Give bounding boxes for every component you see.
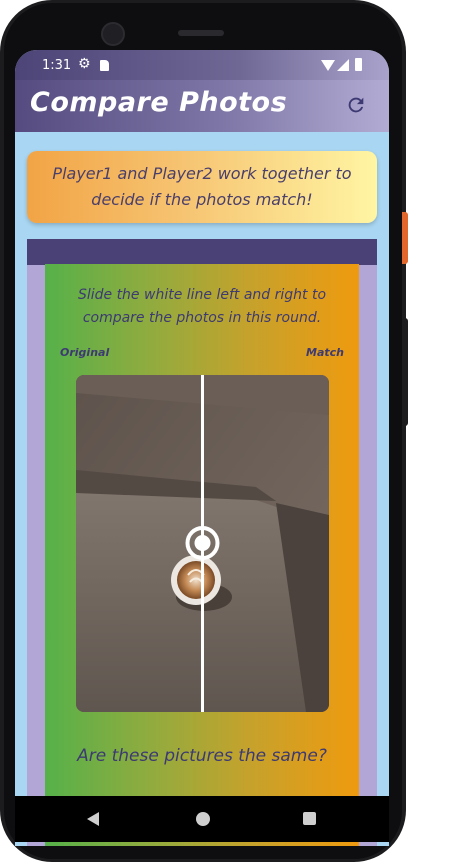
recents-icon[interactable] [303, 812, 316, 825]
status-time: 1:31 [42, 58, 72, 73]
instruction-banner: Player1 and Player2 work together to dec… [27, 151, 377, 223]
page-title: Compare Photos [30, 87, 288, 118]
label-original: Original [60, 346, 110, 359]
earpiece-speaker [178, 30, 224, 36]
power-button[interactable] [402, 212, 408, 264]
battery-icon [355, 58, 362, 71]
wifi-icon [321, 60, 335, 71]
app-bar: Compare Photos [15, 80, 389, 132]
status-bar: 1:31 ⚙ [15, 50, 389, 80]
screen: 1:31 ⚙ Compare Photos Player1 and Player… [15, 50, 389, 846]
home-icon[interactable] [196, 812, 210, 826]
frame-right [359, 240, 377, 846]
frame-left [27, 240, 45, 846]
back-icon[interactable] [87, 812, 99, 826]
photo-image [76, 375, 329, 712]
gear-icon: ⚙ [78, 56, 91, 72]
banner-text: Player1 and Player2 work together to dec… [52, 164, 352, 209]
frame-top [27, 239, 377, 265]
compare-panel: Slide the white line left and right to c… [45, 264, 359, 846]
refresh-icon[interactable] [345, 94, 367, 116]
front-camera-icon [101, 22, 125, 46]
frame-bevel-left [27, 240, 45, 264]
volume-button[interactable] [402, 318, 408, 426]
comparison-photo[interactable] [76, 375, 329, 712]
frame-bevel-right [359, 240, 377, 264]
compare-instructions: Slide the white line left and right to c… [77, 287, 327, 326]
signal-icon [337, 59, 349, 71]
match-question: Are these pictures the same? [77, 746, 327, 766]
label-match: Match [306, 346, 344, 359]
navigation-bar [15, 796, 389, 842]
sd-card-icon [100, 60, 109, 71]
